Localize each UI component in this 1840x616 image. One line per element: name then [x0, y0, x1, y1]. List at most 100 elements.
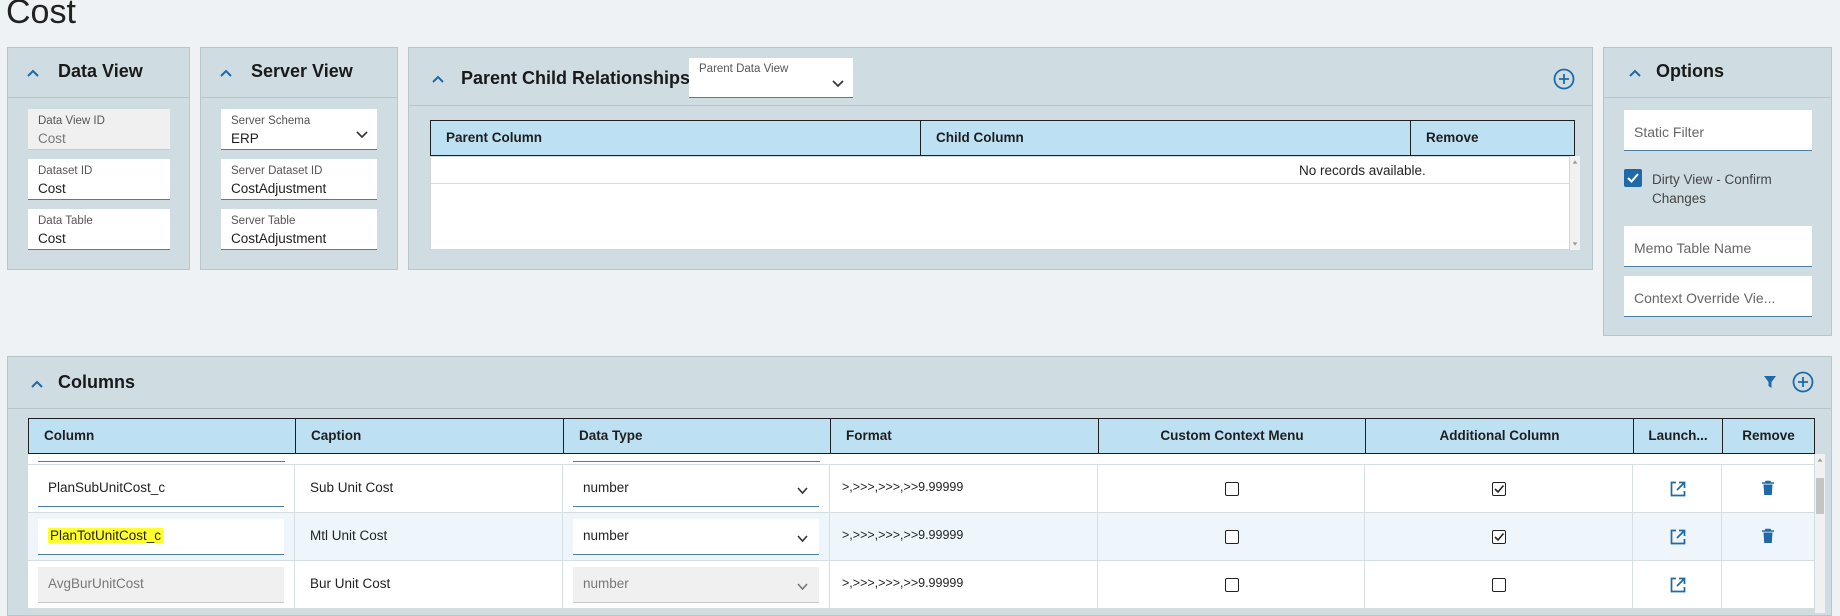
data-view-title: Data View	[58, 61, 143, 81]
field-label: Data View ID	[38, 115, 105, 127]
server-view-panel: Server View Server Schema ERP Server Dat…	[200, 47, 398, 270]
additional-column-checkbox[interactable]	[1492, 482, 1506, 496]
columns-header: Columns	[8, 357, 1831, 409]
table-row-selected[interactable]: PlanTotUnitCost_c Mtl Unit Cost number >…	[28, 513, 1814, 561]
chevron-down-icon[interactable]	[796, 582, 809, 591]
header-column[interactable]: Column	[29, 419, 296, 453]
checkmark-icon	[1494, 484, 1505, 494]
column-input[interactable]: AvgBurUnitCost	[38, 567, 284, 603]
header-additional-column[interactable]: Additional Column	[1366, 419, 1634, 453]
column-input[interactable]: PlanTotUnitCost_c	[38, 519, 284, 555]
scroll-down-icon[interactable]	[1570, 240, 1580, 248]
static-filter-field[interactable]: Static Filter	[1624, 110, 1812, 151]
chevron-down-icon[interactable]	[796, 534, 809, 543]
options-title: Options	[1656, 61, 1724, 81]
open-external-icon[interactable]	[1669, 576, 1687, 594]
header-custom-context-menu[interactable]: Custom Context Menu	[1099, 419, 1366, 453]
header-remove[interactable]: Remove	[1411, 121, 1574, 155]
server-view-header: Server View	[201, 48, 397, 98]
field-value: Cost	[38, 131, 66, 146]
scroll-up-icon[interactable]	[1570, 158, 1580, 166]
server-schema-select[interactable]: Server Schema ERP	[221, 109, 377, 150]
field-placeholder: Memo Table Name	[1634, 240, 1752, 256]
header-launch[interactable]: Launch...	[1634, 419, 1723, 453]
custom-context-menu-checkbox[interactable]	[1225, 530, 1239, 544]
relationships-header: Parent Child Relationships Parent Data V…	[409, 48, 1592, 106]
open-external-icon[interactable]	[1669, 480, 1687, 498]
chevron-up-icon[interactable]	[28, 375, 46, 393]
header-caption[interactable]: Caption	[296, 419, 564, 453]
partial-input-line	[38, 461, 285, 462]
chevron-up-icon[interactable]	[429, 70, 447, 88]
chevron-down-icon[interactable]	[831, 78, 845, 88]
scroll-thumb[interactable]	[1816, 478, 1824, 514]
remove-cell	[1722, 561, 1814, 608]
columns-title: Columns	[58, 372, 136, 392]
additional-column-cell	[1365, 561, 1633, 608]
table-row[interactable]: PlanSubUnitCost_c Sub Unit Cost number >…	[28, 465, 1814, 513]
chevron-up-icon[interactable]	[1626, 64, 1644, 82]
field-value: ERP	[231, 131, 259, 146]
chevron-down-icon[interactable]	[796, 486, 809, 495]
custom-context-menu-cell	[1098, 465, 1365, 512]
add-circle-icon[interactable]	[1553, 68, 1575, 90]
data-view-header: Data View	[8, 48, 189, 98]
page-title: Cost	[6, 0, 76, 31]
chevron-up-icon[interactable]	[217, 64, 235, 82]
additional-column-checkbox[interactable]	[1492, 578, 1506, 592]
additional-column-cell	[1365, 465, 1633, 512]
scroll-up-icon[interactable]	[1815, 456, 1825, 464]
chevron-down-icon[interactable]	[355, 129, 369, 139]
remove-cell	[1722, 513, 1814, 560]
filter-icon[interactable]	[1763, 375, 1777, 389]
relationships-scrollbar[interactable]	[1570, 156, 1580, 250]
highlighted-text: PlanTotUnitCost_c	[48, 528, 164, 543]
custom-context-menu-checkbox[interactable]	[1225, 578, 1239, 592]
column-input[interactable]: PlanSubUnitCost_c	[38, 471, 284, 507]
relationships-grid-header: Parent Column Child Column Remove	[430, 120, 1575, 156]
data-view-id-field[interactable]: Data View ID Cost	[28, 109, 170, 150]
chevron-up-icon[interactable]	[24, 64, 42, 82]
data-table-field[interactable]: Data Table Cost	[28, 209, 170, 250]
field-placeholder: Context Override Vie...	[1634, 290, 1776, 306]
trash-icon[interactable]	[1761, 480, 1775, 496]
data-type-value: number	[583, 480, 629, 495]
header-remove[interactable]: Remove	[1723, 419, 1814, 453]
additional-column-checkbox[interactable]	[1492, 530, 1506, 544]
header-parent-column[interactable]: Parent Column	[431, 121, 921, 155]
column-value: PlanSubUnitCost_c	[48, 480, 166, 495]
custom-context-menu-checkbox[interactable]	[1225, 482, 1239, 496]
dirty-view-checkbox[interactable]	[1624, 169, 1642, 187]
header-child-column[interactable]: Child Column	[921, 121, 1411, 155]
empty-row: No records available.	[431, 157, 1569, 184]
server-table-field[interactable]: Server Table CostAdjustment	[221, 209, 377, 250]
checkmark-icon	[1494, 532, 1505, 542]
header-data-type[interactable]: Data Type	[564, 419, 831, 453]
column-cell: PlanTotUnitCost_c	[28, 513, 295, 560]
field-label: Data Table	[38, 215, 93, 227]
relationships-panel: Parent Child Relationships Parent Data V…	[408, 47, 1593, 270]
header-format[interactable]: Format	[831, 419, 1099, 453]
trash-icon[interactable]	[1761, 528, 1775, 544]
caption-text: Sub Unit Cost	[310, 480, 394, 495]
data-type-select[interactable]: number	[573, 471, 819, 507]
dirty-view-label-line2: Changes	[1652, 191, 1707, 206]
columns-scrollbar[interactable]	[1815, 454, 1825, 613]
context-override-field[interactable]: Context Override Vie...	[1624, 276, 1812, 317]
parent-data-view-select[interactable]: Parent Data View	[689, 58, 853, 98]
data-view-panel: Data View Data View ID Cost Dataset ID C…	[7, 47, 190, 270]
server-dataset-id-field[interactable]: Server Dataset ID CostAdjustment	[221, 159, 377, 200]
data-type-cell: number	[563, 561, 830, 608]
memo-table-field[interactable]: Memo Table Name	[1624, 226, 1812, 267]
caption-cell: Sub Unit Cost	[295, 465, 563, 512]
table-row[interactable]: AvgBurUnitCost Bur Unit Cost number >,>>…	[28, 561, 1814, 609]
additional-column-cell	[1365, 513, 1633, 560]
dataset-id-field[interactable]: Dataset ID Cost	[28, 159, 170, 200]
column-value: PlanTotUnitCost_c	[48, 528, 164, 543]
data-type-select[interactable]: number	[573, 567, 819, 603]
data-type-select[interactable]: number	[573, 519, 819, 555]
open-external-icon[interactable]	[1669, 528, 1687, 546]
table-row-partial	[28, 454, 1814, 465]
add-circle-icon[interactable]	[1792, 371, 1814, 393]
field-placeholder: Static Filter	[1634, 124, 1705, 140]
